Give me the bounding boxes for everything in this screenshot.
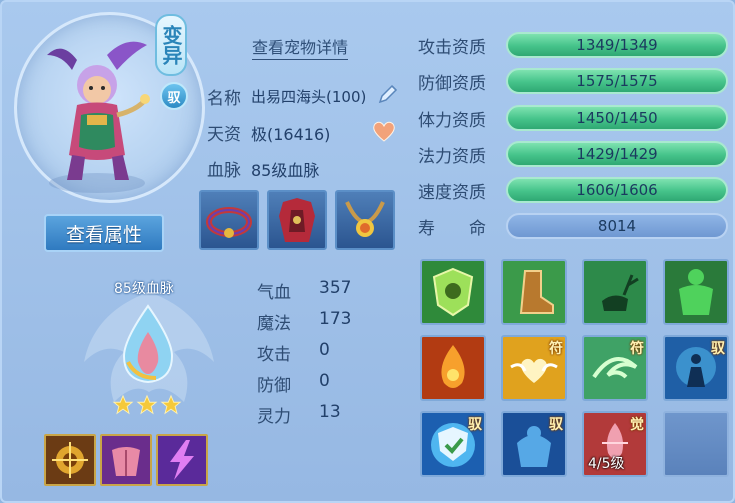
stat-row-defense: 防御 0 (257, 371, 330, 396)
stat-row-hp: 气血 357 (257, 278, 351, 303)
bloodline-panel-title: 85级血脉 (114, 281, 174, 297)
lightning-skill-icon (158, 436, 206, 484)
aptitude-value: 1450/1450 (576, 109, 658, 127)
green-shield-skill-icon (422, 261, 484, 323)
bloodline-skill-2[interactable] (100, 434, 152, 486)
aptitude-value: 1429/1429 (576, 145, 658, 163)
bloodline-label: 血脉 (207, 161, 241, 181)
aptitude-speed: 速度资质 1606/1606 (418, 177, 728, 203)
pet-bloodline-row: 血脉 85级血脉 (207, 156, 320, 182)
bloodline-drop-icon[interactable] (116, 302, 180, 386)
deer-skill-icon (584, 261, 646, 323)
bloodline-value: 85级血脉 (251, 160, 320, 180)
aptitude-label: 防御资质 (418, 73, 486, 94)
lifespan-row: 寿 命 8014 (418, 213, 728, 239)
aptitude-label: 法力资质 (418, 146, 486, 167)
stat-value: 357 (319, 278, 352, 298)
skill-slot-4[interactable] (663, 259, 729, 325)
skill-slot-8[interactable]: 驭 (663, 335, 729, 401)
stat-label: 魔法 (257, 314, 291, 334)
lifespan-value: 8014 (597, 217, 637, 235)
skill-slot-1[interactable] (420, 259, 486, 325)
aptitude-defense: 防御资质 1575/1575 (418, 68, 728, 94)
collar-equip-icon (206, 207, 252, 238)
stat-label: 灵力 (257, 407, 291, 427)
skill-slot-3[interactable] (582, 259, 648, 325)
view-attributes-button[interactable]: 查看属性 (44, 214, 164, 252)
aptitude-bar: 1575/1575 (506, 68, 728, 94)
talent-label: 天资 (207, 125, 241, 145)
skill-badge: 驭 (711, 341, 725, 357)
lifespan-bar: 8014 (506, 213, 728, 239)
armor-equip-icon (279, 198, 315, 242)
lifespan-label: 寿 命 (418, 218, 486, 239)
aptitude-attack: 攻击资质 1349/1349 (418, 32, 728, 58)
stat-value: 13 (319, 402, 341, 422)
aptitude-value: 1575/1575 (576, 72, 658, 90)
green-giant-skill-icon (665, 261, 727, 323)
stat-row-attack: 攻击 0 (257, 340, 330, 365)
pet-talent-row: 天资 极(16416) (207, 120, 331, 146)
aptitude-value: 1606/1606 (576, 181, 658, 199)
bloodline-skill-1[interactable] (44, 434, 96, 486)
stat-label: 防御 (257, 376, 291, 396)
variant-tag: 变异 (155, 14, 187, 76)
empty-skill-slot[interactable] (663, 411, 729, 477)
skill-badge: 符 (630, 341, 644, 357)
necklace-equip-icon (345, 201, 385, 237)
aptitude-bar: 1606/1606 (506, 177, 728, 203)
stat-label: 攻击 (257, 345, 291, 365)
pet-name-value: 出易四海头(100) (251, 88, 367, 106)
tame-badge: 驭 (160, 82, 188, 110)
skill-badge: 觉 (630, 417, 644, 433)
skill-slot-9[interactable]: 驭 (420, 411, 486, 477)
equip-slot-armor[interactable] (267, 190, 327, 250)
equip-slot-necklace[interactable] (335, 190, 395, 250)
star-icon (112, 394, 134, 415)
bloodline-stars (112, 394, 182, 416)
heart-icon[interactable] (372, 120, 396, 142)
skill-slot-6[interactable]: 符 (501, 335, 567, 401)
muscle-body-skill-icon (102, 436, 150, 484)
aptitude-bar: 1450/1450 (506, 105, 728, 131)
stat-row-mp: 魔法 173 (257, 309, 351, 334)
skill-badge: 驭 (549, 417, 563, 433)
star-icon (136, 394, 158, 415)
name-label: 名称 (207, 89, 241, 109)
aptitude-stamina: 体力资质 1450/1450 (418, 105, 728, 131)
skill-slot-2[interactable] (501, 259, 567, 325)
skill-level-text: 4/5级 (588, 456, 625, 472)
skill-badge: 驭 (468, 417, 482, 433)
stat-row-spirit: 灵力 13 (257, 402, 341, 427)
skill-badge: 符 (549, 341, 563, 357)
star-icon (160, 394, 182, 415)
skill-slot-7[interactable]: 符 (582, 335, 648, 401)
edit-name-icon[interactable] (376, 82, 400, 106)
aptitude-value: 1349/1349 (576, 36, 658, 54)
pet-name-row: 名称 出易四海头(100) (207, 84, 366, 109)
skill-slot-10[interactable]: 驭 (501, 411, 567, 477)
bloodline-skill-3[interactable] (156, 434, 208, 486)
aptitude-label: 攻击资质 (418, 37, 486, 58)
stat-label: 气血 (257, 283, 291, 303)
boot-skill-icon (503, 261, 565, 323)
aptitude-label: 体力资质 (418, 110, 486, 131)
aptitude-bar: 1429/1429 (506, 141, 728, 167)
skill-slot-11[interactable]: 觉 4/5级 (582, 411, 648, 477)
talent-value: 极(16416) (251, 124, 331, 144)
pet-info-panel: 变异 驭 查看属性 查看宠物详情 名称 出易四海头(100) 天资 极(1641… (0, 0, 735, 503)
aptitude-label: 速度资质 (418, 182, 486, 203)
fire-spirit-skill-icon (422, 337, 484, 399)
aptitude-bar: 1349/1349 (506, 32, 728, 58)
stat-value: 0 (319, 340, 330, 360)
aptitude-magic: 法力资质 1429/1429 (418, 141, 728, 167)
stat-value: 0 (319, 371, 330, 391)
golden-totem-skill-icon (46, 436, 94, 484)
view-pet-details-link[interactable]: 查看宠物详情 (252, 34, 349, 60)
skill-slot-5[interactable] (420, 335, 486, 401)
stat-value: 173 (319, 309, 352, 329)
equip-slot-collar[interactable] (199, 190, 259, 250)
